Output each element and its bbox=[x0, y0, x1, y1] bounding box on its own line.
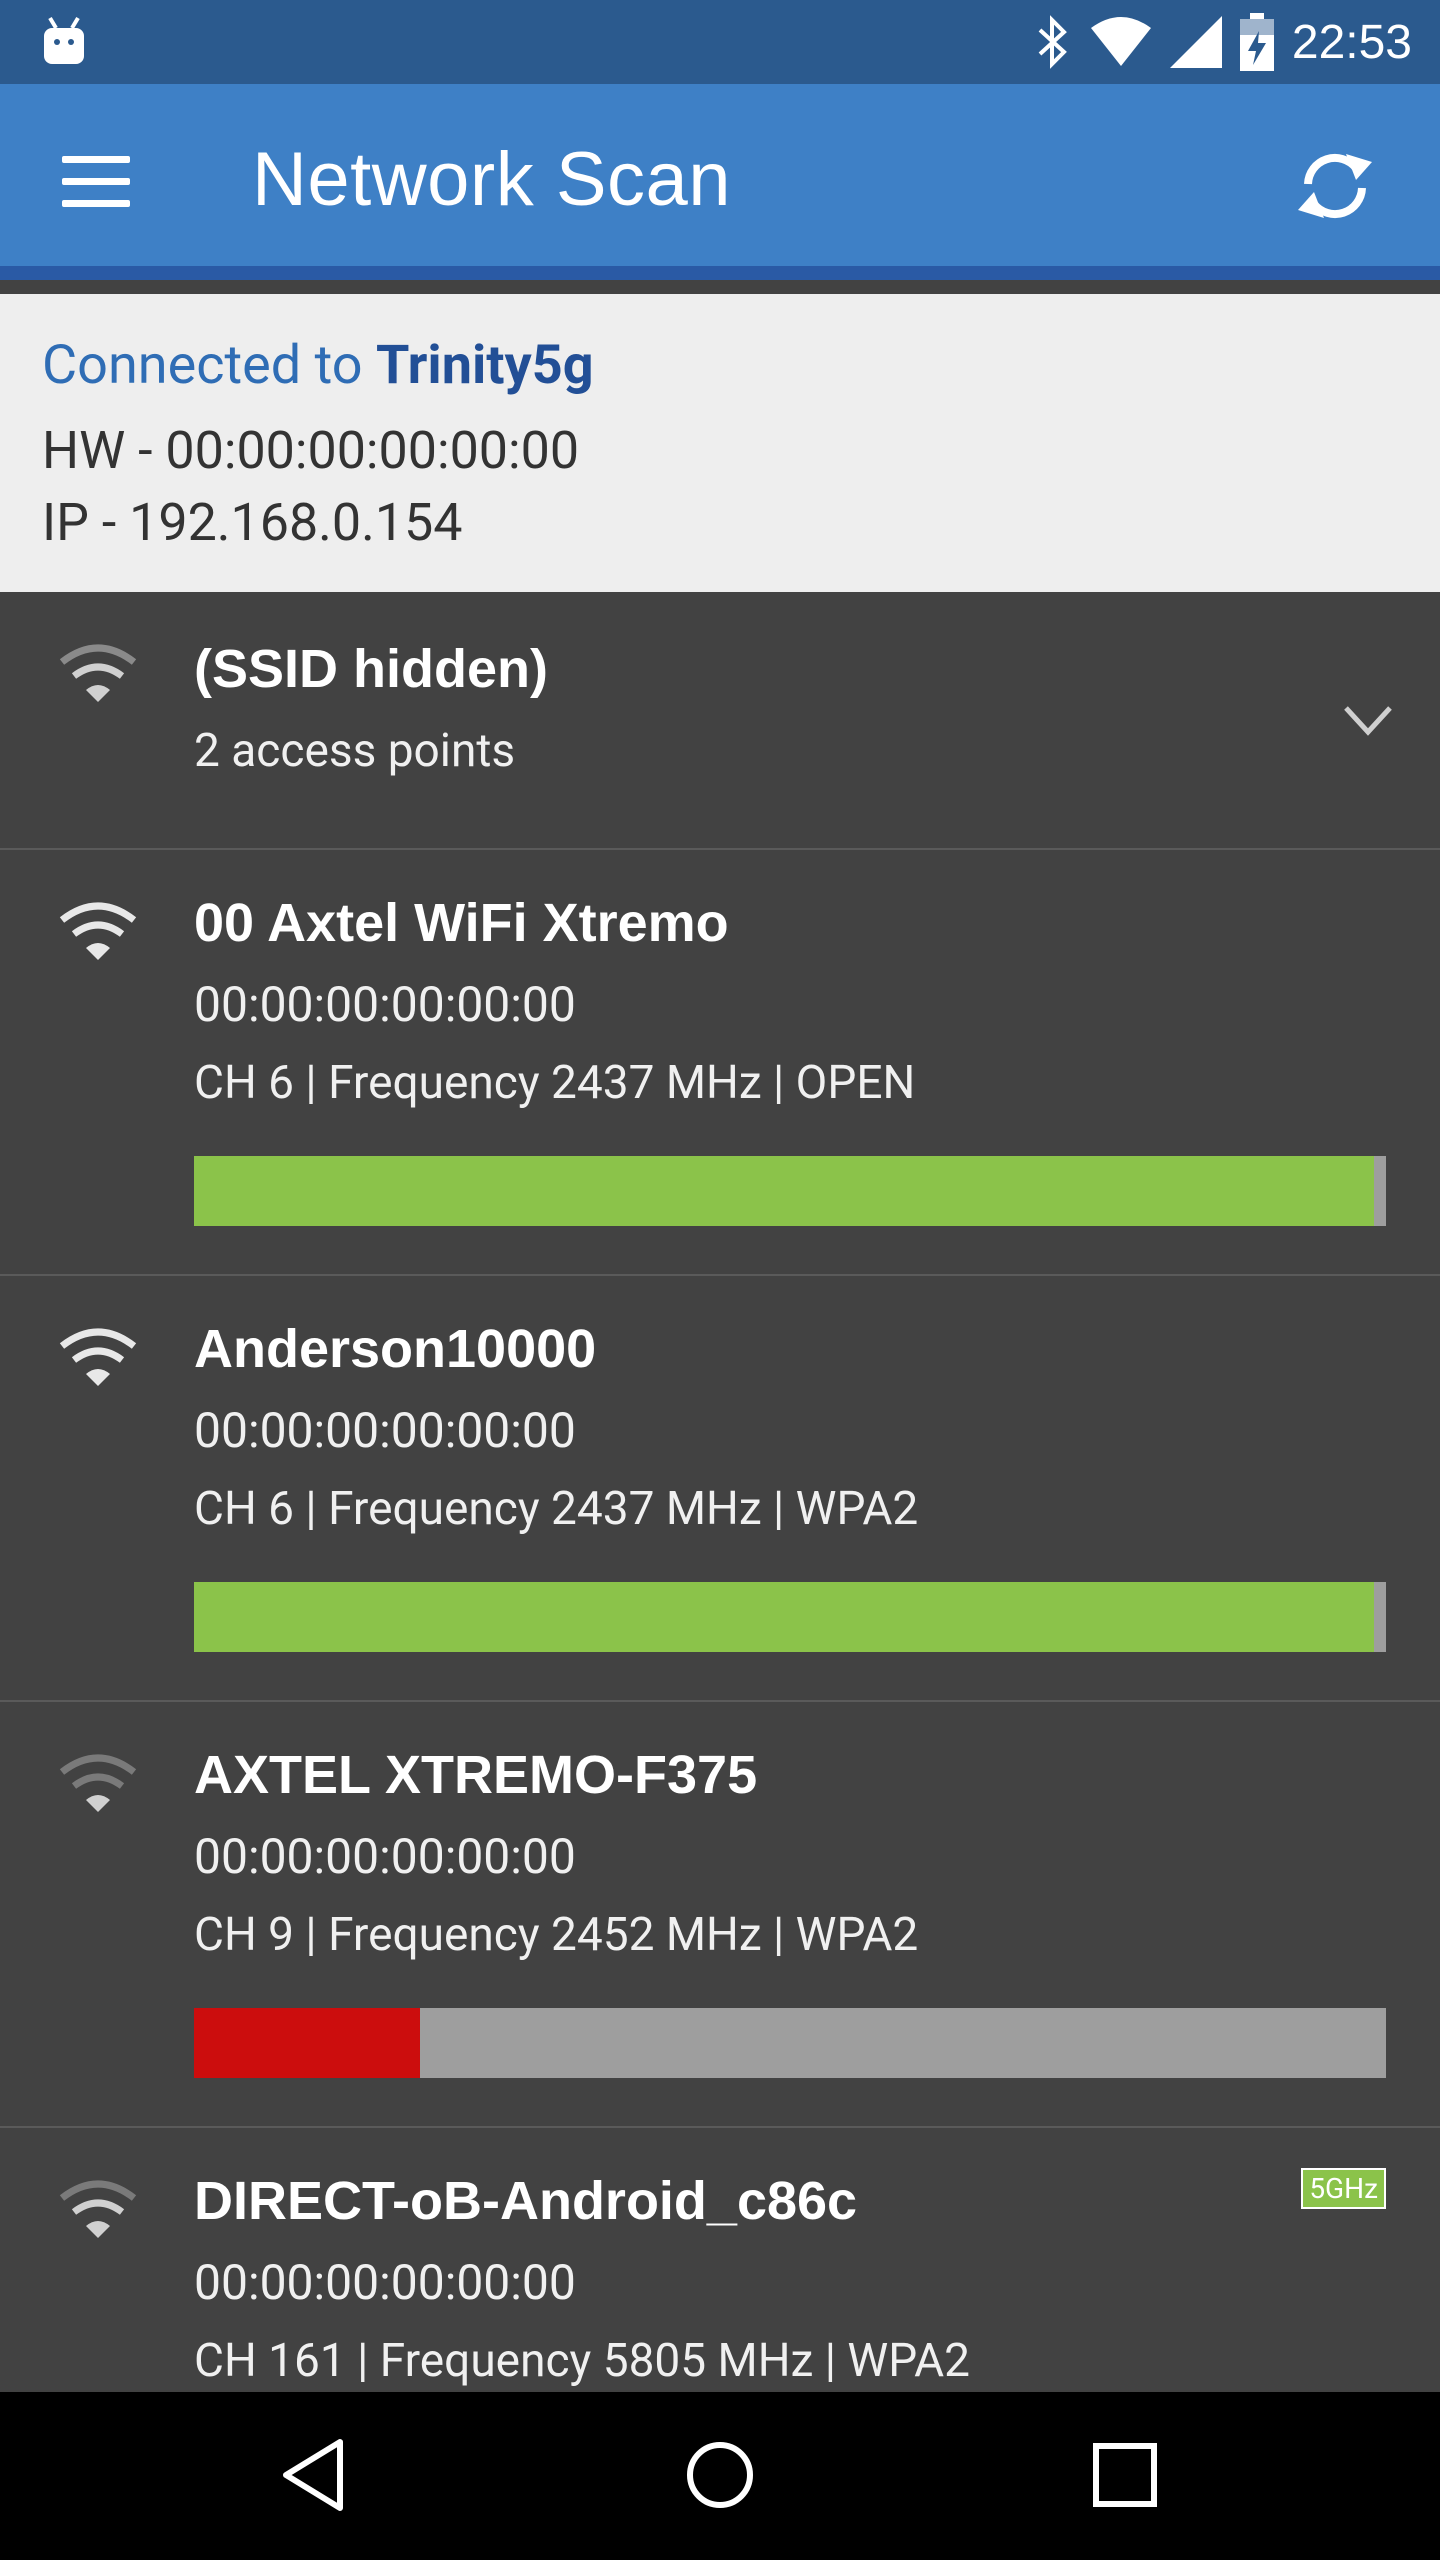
network-item[interactable]: AXTEL XTREMO-F375 00:00:00:00:00:00 CH 9… bbox=[0, 1702, 1440, 2128]
network-mac: 00:00:00:00:00:00 bbox=[194, 2254, 576, 2311]
app-bar: Network Scan bbox=[0, 84, 1440, 280]
connected-prefix: Connected to bbox=[42, 334, 376, 397]
connected-line: Connected to Trinity5g bbox=[42, 334, 594, 397]
5ghz-badge: 5GHz bbox=[1301, 2168, 1386, 2209]
chevron-down-icon[interactable] bbox=[1340, 700, 1396, 740]
network-name: AXTEL XTREMO-F375 bbox=[194, 1745, 758, 1805]
refresh-icon[interactable] bbox=[1290, 144, 1380, 228]
network-mac: 00:00:00:00:00:00 bbox=[194, 1402, 576, 1459]
signal-bar bbox=[194, 1582, 1386, 1652]
signal-bar-fill bbox=[194, 2008, 421, 2078]
status-time: 22:53 bbox=[1291, 15, 1412, 69]
wifi-weak-icon bbox=[59, 2180, 137, 2238]
wifi-medium-icon bbox=[59, 644, 137, 702]
wifi-strong-icon bbox=[59, 1328, 137, 1386]
page-title: Network Scan bbox=[252, 137, 732, 222]
network-list: (SSID hidden) 2 access points 00 Axtel W… bbox=[0, 592, 1440, 2392]
hardware-address: HW - 00:00:00:00:00:00 bbox=[42, 420, 580, 481]
network-detail: CH 6 | Frequency 2437 MHz | WPA2 bbox=[194, 1482, 919, 1536]
network-mac: 00:00:00:00:00:00 bbox=[194, 976, 576, 1033]
cell-signal-icon bbox=[1169, 16, 1222, 68]
back-triangle-icon[interactable] bbox=[270, 2430, 360, 2520]
signal-bar-fill bbox=[194, 1156, 1375, 1226]
signal-bar bbox=[194, 1156, 1386, 1226]
network-detail: CH 161 | Frequency 5805 MHz | WPA2 bbox=[194, 2334, 970, 2388]
signal-bar bbox=[194, 2008, 1386, 2078]
ip-address: IP - 192.168.0.154 bbox=[42, 492, 463, 553]
signal-bar-fill bbox=[194, 1582, 1375, 1652]
bluetooth-icon bbox=[1038, 15, 1067, 69]
network-detail: CH 6 | Frequency 2437 MHz | OPEN bbox=[194, 1056, 916, 1110]
network-mac: 00:00:00:00:00:00 bbox=[194, 1828, 576, 1885]
wifi-icon bbox=[1090, 17, 1151, 66]
wifi-weak-icon bbox=[59, 1754, 137, 1812]
connection-info: Connected to Trinity5g HW - 00:00:00:00:… bbox=[0, 294, 1440, 592]
access-point-count: 2 access points bbox=[194, 724, 516, 778]
network-detail: CH 9 | Frequency 2452 MHz | WPA2 bbox=[194, 1908, 919, 1962]
network-name: 00 Axtel WiFi Xtremo bbox=[194, 893, 729, 953]
recents-square-icon[interactable] bbox=[1080, 2430, 1170, 2520]
network-group-item[interactable]: (SSID hidden) 2 access points bbox=[0, 592, 1440, 850]
network-item[interactable]: 5GHz DIRECT-oB-Android_c86c 00:00:00:00:… bbox=[0, 2128, 1440, 2392]
network-name: Anderson10000 bbox=[194, 1319, 597, 1379]
home-circle-icon[interactable] bbox=[675, 2430, 765, 2520]
network-name: DIRECT-oB-Android_c86c bbox=[194, 2171, 858, 2231]
network-item[interactable]: Anderson10000 00:00:00:00:00:00 CH 6 | F… bbox=[0, 1276, 1440, 1702]
wifi-strong-icon bbox=[59, 902, 137, 960]
network-name: (SSID hidden) bbox=[194, 639, 548, 699]
hamburger-menu-icon[interactable] bbox=[62, 156, 130, 208]
network-item[interactable]: 00 Axtel WiFi Xtremo 00:00:00:00:00:00 C… bbox=[0, 850, 1440, 1276]
android-icon bbox=[44, 16, 84, 64]
status-bar: 22:53 bbox=[0, 0, 1440, 84]
connected-ssid: Trinity5g bbox=[375, 334, 594, 397]
battery-charging-icon bbox=[1239, 13, 1274, 71]
navigation-bar bbox=[0, 2392, 1440, 2560]
